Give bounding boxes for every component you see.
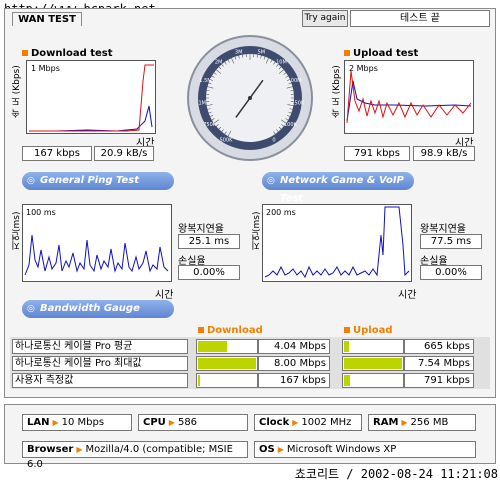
speed-gauge: 500K750K1M1.5M2M3M 5M10M100M250K100K0 — [187, 35, 313, 161]
download-kBs: 20.9 kB/s — [94, 146, 154, 161]
upload-kbps: 791 kbps — [344, 146, 410, 161]
ram-info: RAM ▶ 256 MB — [368, 414, 476, 431]
download-bar-track — [196, 373, 258, 388]
gauge-tick-label: 250K — [291, 101, 305, 107]
ping-xlabel: 시간 — [155, 290, 174, 301]
ping-scale: 100 ms — [26, 208, 56, 217]
browser-info: Browser ▶ Mozilla/4.0 (compatible; MSIE 6.… — [22, 441, 248, 470]
arrow-icon: ▶ — [76, 445, 83, 454]
try-again-button[interactable]: Try again — [302, 10, 348, 27]
upload-bar-track — [342, 356, 404, 371]
gauge-hub — [248, 96, 252, 100]
gauge-tick-label: 0 — [272, 138, 275, 144]
gauge-tick-label: 5M — [258, 49, 266, 55]
os-info: OS ▶ Microsoft Windows XP — [254, 441, 476, 458]
game-scale: 200 ms — [266, 208, 296, 217]
upload-ylabel: 속 도 (Kbps) — [332, 65, 342, 118]
upload-bar-track — [342, 339, 404, 354]
game-rtt-value: 77.5 ms — [420, 234, 482, 249]
arrow-icon: ▶ — [401, 418, 408, 427]
bandwidth-banner: Bandwidth Gauge — [22, 300, 174, 318]
download-bar-fill — [198, 341, 227, 352]
upload-bar-fill — [344, 341, 350, 352]
arrow-icon: ▶ — [168, 418, 175, 427]
download-column-header: Download — [198, 325, 263, 336]
ping-loss-value: 0.00% — [178, 265, 240, 280]
download-ylabel: 속 도 (Kbps) — [12, 65, 22, 118]
upload-value: 7.54 Mbps — [404, 356, 474, 371]
ping-line — [24, 234, 169, 276]
clock-info: Clock ▶ 1002 MHz — [254, 414, 362, 431]
download-value: 4.04 Mbps — [258, 339, 330, 354]
general-ping-graph: 100 ms — [22, 204, 172, 282]
download-bar-track — [196, 339, 258, 354]
upload-chart: 2 Mbps — [346, 64, 472, 124]
download-line-blue — [29, 105, 153, 132]
arrow-icon: ▶ — [292, 418, 299, 427]
bullet-icon — [344, 50, 350, 56]
upload-line-red — [346, 70, 472, 124]
download-scale: 1 Mbps — [31, 64, 60, 73]
download-value: 167 kbps — [258, 373, 330, 388]
game-loss-value: 0.00% — [420, 265, 482, 280]
network-game-graph: 200 ms — [262, 204, 412, 282]
download-kbps: 167 kbps — [22, 146, 92, 161]
ping-rtt-value: 25.1 ms — [178, 234, 240, 249]
upload-scale: 2 Mbps — [349, 64, 378, 73]
download-chart: 1 Mbps — [29, 64, 154, 132]
game-line — [264, 206, 410, 279]
bullet-icon — [198, 327, 204, 333]
game-xlabel: 시간 — [398, 290, 417, 301]
network-game-banner: Network Game & VoIP Test — [262, 172, 414, 204]
row-name: 하나로통신 케이블 Pro 평균 — [12, 339, 188, 354]
download-bar-fill — [198, 358, 256, 369]
gauge-tick-label: 3M — [235, 49, 243, 55]
download-bar-track — [196, 356, 258, 371]
upload-kBs: 98.9 kB/s — [413, 146, 475, 161]
upload-line-blue — [346, 80, 472, 122]
upload-bar-fill — [344, 358, 402, 369]
footer-timestamp: 쵸코리트 / 2002-08-24 11:21:08 — [294, 467, 498, 481]
download-title: Download test — [22, 48, 113, 59]
gauge-tick-label: 2M — [215, 60, 223, 66]
upload-graph: 2 Mbps — [344, 60, 474, 134]
page-title: WAN TEST — [12, 12, 82, 26]
upload-title: Upload test — [344, 48, 418, 59]
ping-rtt-label: 왕복지연율 — [178, 224, 224, 235]
upload-value: 665 kbps — [404, 339, 474, 354]
general-ping-chart: 100 ms — [24, 208, 169, 276]
lan-info: LAN ▶ 10 Mbps — [22, 414, 132, 431]
download-line-red — [29, 64, 154, 132]
arrow-icon: ▶ — [52, 418, 59, 427]
row-name: 사용자 측정값 — [12, 373, 188, 388]
upload-column-header: Upload — [344, 325, 392, 336]
upload-bar-fill — [344, 375, 350, 386]
upload-value: 791 kbps — [404, 373, 474, 388]
arrow-icon: ▶ — [277, 445, 284, 454]
bullet-icon — [22, 50, 28, 56]
network-game-chart: 200 ms — [264, 206, 410, 279]
download-value: 8.00 Mbps — [258, 356, 330, 371]
download-bar-fill — [198, 375, 200, 386]
gauge-tick-label: 1M — [198, 101, 206, 107]
game-rtt-label: 왕복지연율 — [420, 224, 466, 235]
status-display: 테스트 끝 — [350, 10, 490, 27]
upload-bar-track — [342, 373, 404, 388]
general-ping-banner: General Ping Test — [22, 172, 174, 190]
gauge-tick-label: 500K — [220, 138, 234, 144]
row-name: 하나로통신 케이블 Pro 최대값 — [12, 356, 188, 371]
download-graph: 1 Mbps — [26, 60, 156, 134]
cpu-info: CPU ▶ 586 — [138, 414, 248, 431]
bullet-icon — [344, 327, 350, 333]
